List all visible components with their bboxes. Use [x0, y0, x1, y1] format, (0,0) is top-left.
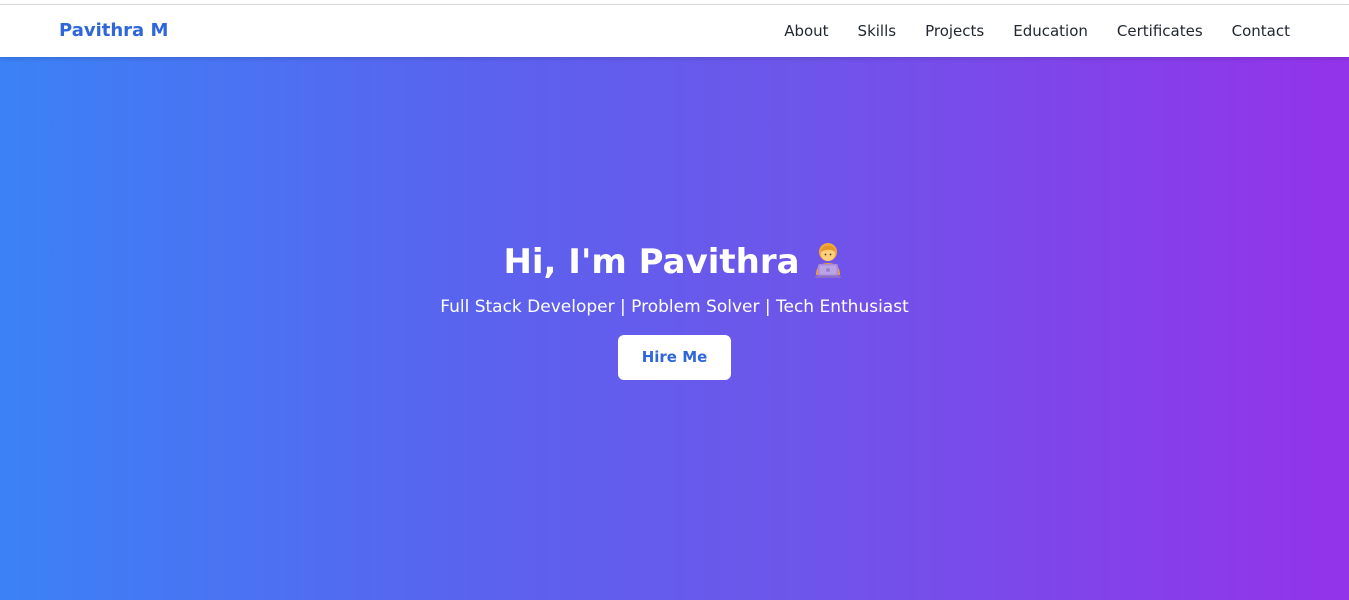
navbar: Pavithra M About Skills Projects Educati… [0, 5, 1349, 57]
nav-link-projects[interactable]: Projects [925, 22, 984, 40]
hero-section: Hi, I'm Pavithra Full Stack Developer | … [0, 57, 1349, 600]
nav-link-education[interactable]: Education [1013, 22, 1088, 40]
hero-content: Hi, I'm Pavithra Full Stack Developer | … [0, 237, 1349, 380]
hero-title-text: Hi, I'm Pavithra [503, 242, 800, 282]
nav-links: About Skills Projects Education Certific… [784, 5, 1290, 57]
nav-link-certificates[interactable]: Certificates [1117, 22, 1203, 40]
hero-title: Hi, I'm Pavithra [0, 237, 1349, 287]
brand-logo[interactable]: Pavithra M [59, 20, 168, 41]
nav-link-about[interactable]: About [784, 22, 828, 40]
hire-me-button[interactable]: Hire Me [617, 335, 732, 380]
woman-technologist-icon [810, 241, 846, 279]
nav-link-skills[interactable]: Skills [858, 22, 897, 40]
hero-subtitle: Full Stack Developer | Problem Solver | … [440, 297, 909, 317]
nav-link-contact[interactable]: Contact [1232, 22, 1290, 40]
